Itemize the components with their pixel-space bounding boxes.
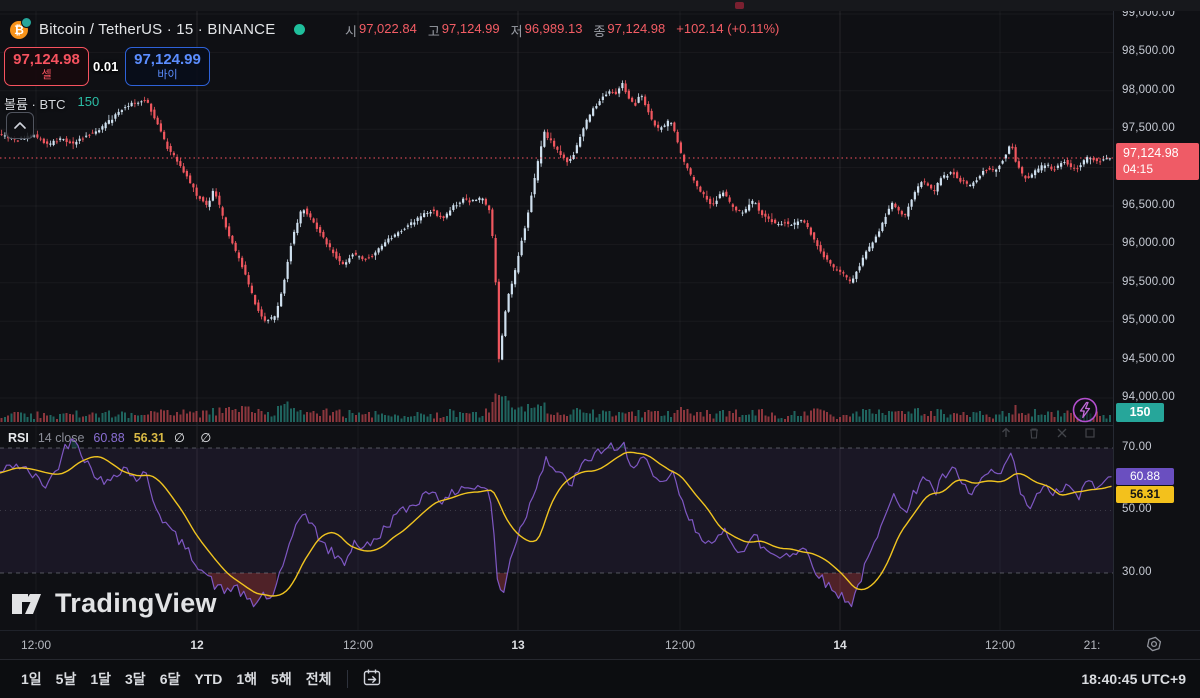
delete-pane-icon[interactable]: [1028, 427, 1040, 439]
sell-price: 97,124.98: [13, 52, 80, 69]
low-value: 96,989.13: [525, 21, 583, 40]
price-axis[interactable]: 99,000.00 98,500.00 98,000.00 97,500.00 …: [1113, 0, 1200, 630]
lightning-icon: [1071, 396, 1099, 424]
change-value: +102.14 (+0.11%): [676, 21, 779, 40]
sell-button[interactable]: 97,124.98 셀: [4, 47, 89, 86]
ohlc-legend: 시97,022.84 고97,124.99 저96,989.13 종97,124…: [345, 21, 779, 40]
cropped-toolbar-strip: [0, 0, 1200, 11]
price-tick: 98,500.00: [1122, 45, 1175, 57]
tradingview-chart-window: ₿ Bitcoin / TetherUS · 15 · BINANCE 시97,…: [0, 0, 1200, 698]
time-tick: 12:00: [343, 638, 373, 652]
rsi-value-badge: 60.88: [1116, 468, 1174, 485]
gear-icon: [1144, 635, 1164, 655]
buy-label: 바이: [157, 69, 177, 81]
rsi-params: 14 close: [38, 431, 85, 445]
price-tick: 96,500.00: [1122, 199, 1175, 211]
rsi-ma-badge: 56.31: [1116, 486, 1174, 503]
time-tick-day: 12: [190, 638, 203, 652]
close-label: 종: [593, 21, 605, 40]
range-button-1m[interactable]: 1달: [83, 665, 118, 693]
volume-value: 150: [77, 94, 99, 113]
calendar-icon: [363, 668, 382, 687]
bar-countdown: 04:15: [1123, 162, 1199, 177]
low-label: 저: [511, 21, 523, 40]
tradingview-watermark: TradingView: [10, 588, 217, 619]
range-button-ytd[interactable]: YTD: [187, 667, 229, 691]
price-tick: 97,500.00: [1122, 122, 1175, 134]
volume-badge: 150: [1116, 403, 1164, 422]
buy-button[interactable]: 97,124.99 바이: [125, 47, 210, 86]
time-tick-day: 13: [511, 638, 524, 652]
price-tick: 94,500.00: [1122, 353, 1175, 365]
range-button-all[interactable]: 전체: [299, 665, 339, 693]
spread-value: 0.01: [93, 59, 118, 74]
symbol-title[interactable]: Bitcoin / TetherUS · 15 · BINANCE: [39, 21, 275, 38]
high-label: 고: [428, 21, 440, 40]
rsi-tick: 30.00: [1122, 566, 1152, 578]
move-pane-up-icon[interactable]: [1000, 427, 1012, 439]
price-tick: 94,000.00: [1122, 391, 1175, 403]
time-tick: 21:: [1084, 638, 1101, 652]
watermark-text: TradingView: [55, 588, 217, 619]
scale-settings-button[interactable]: [1144, 635, 1166, 657]
close-pane-icon[interactable]: [1056, 427, 1068, 439]
range-button-1y[interactable]: 1해: [229, 665, 264, 693]
time-axis[interactable]: 12:00 12 12:00 13 12:00 14 12:00 21:: [0, 630, 1200, 659]
time-tick: 12:00: [985, 638, 1015, 652]
range-button-1d[interactable]: 1일: [14, 665, 49, 693]
rsi-value: 60.88: [93, 431, 124, 445]
rsi-ma-value: 56.31: [134, 431, 165, 445]
chevron-up-icon: [14, 122, 26, 129]
current-price-badge: 97,124.98 04:15: [1116, 143, 1199, 180]
clock-timezone[interactable]: 18:40:45 UTC+9: [1081, 671, 1186, 687]
rsi-empty-values: ∅ ∅: [174, 430, 217, 445]
volume-legend[interactable]: 볼륨 · BTC 150: [4, 94, 99, 113]
volume-title: 볼륨 · BTC: [4, 94, 65, 113]
time-tick: 12:00: [665, 638, 695, 652]
open-value: 97,022.84: [359, 21, 417, 40]
price-tick: 95,000.00: [1122, 314, 1175, 326]
buy-price: 97,124.99: [134, 52, 201, 69]
high-value: 97,124.99: [442, 21, 500, 40]
range-button-3m[interactable]: 3달: [118, 665, 153, 693]
time-tick: 12:00: [21, 638, 51, 652]
current-price-value: 97,124.98: [1123, 146, 1199, 162]
tradingview-logo-icon: [10, 590, 46, 618]
market-status-icon[interactable]: [294, 24, 305, 35]
go-to-date-button[interactable]: [357, 666, 388, 692]
sell-label: 셀: [41, 69, 51, 81]
range-button-6m[interactable]: 6달: [153, 665, 188, 693]
rsi-tick: 70.00: [1122, 441, 1152, 453]
tether-icon: [21, 17, 32, 28]
price-tick: 98,000.00: [1122, 84, 1175, 96]
btc-usdt-pair-icon: ₿: [10, 19, 30, 39]
bottom-toolbar: 1일 5날 1달 3달 6달 YTD 1해 5해 전체 18:40:45 UTC…: [0, 659, 1200, 698]
boost-button[interactable]: [1071, 396, 1099, 424]
rsi-legend[interactable]: RSI 14 close 60.88 56.31 ∅ ∅: [8, 430, 217, 445]
collapse-legend-button[interactable]: [6, 112, 34, 139]
time-tick-day: 14: [833, 638, 846, 652]
range-button-5y[interactable]: 5해: [264, 665, 299, 693]
open-label: 시: [345, 21, 357, 40]
symbol-legend[interactable]: ₿ Bitcoin / TetherUS · 15 · BINANCE: [10, 19, 305, 39]
rsi-pane-toolbar: [1000, 427, 1096, 439]
toolbar-divider: [347, 670, 348, 688]
price-tick: 96,000.00: [1122, 237, 1175, 249]
range-button-5d[interactable]: 5날: [49, 665, 84, 693]
toolbar-artifact: [735, 2, 744, 9]
close-value: 97,124.98: [607, 21, 665, 40]
chart-plot-area[interactable]: [0, 0, 1113, 635]
maximize-pane-icon[interactable]: [1084, 427, 1096, 439]
rsi-tick: 50.00: [1122, 503, 1152, 515]
rsi-title: RSI: [8, 431, 29, 445]
price-tick: 95,500.00: [1122, 276, 1175, 288]
